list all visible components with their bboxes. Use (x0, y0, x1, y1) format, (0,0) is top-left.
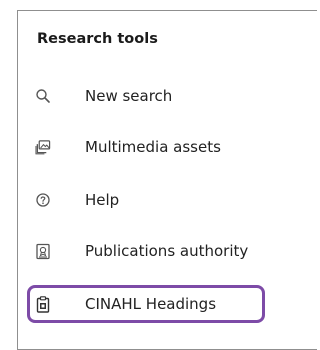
search-icon (35, 88, 51, 104)
help-icon (35, 192, 51, 208)
help-label: Help (85, 191, 120, 209)
publications-authority-label: Publications authority (85, 242, 249, 260)
multimedia-assets-label: Multimedia assets (85, 138, 221, 156)
new-search-label: New search (85, 87, 173, 105)
panel-title: Research tools (37, 31, 158, 47)
images-icon (35, 139, 51, 155)
cinahl-headings-link[interactable]: CINAHL Headings (27, 285, 265, 323)
authority-icon (35, 243, 51, 259)
clipboard-icon (35, 295, 51, 313)
cinahl-headings-label: CINAHL Headings (85, 295, 217, 313)
